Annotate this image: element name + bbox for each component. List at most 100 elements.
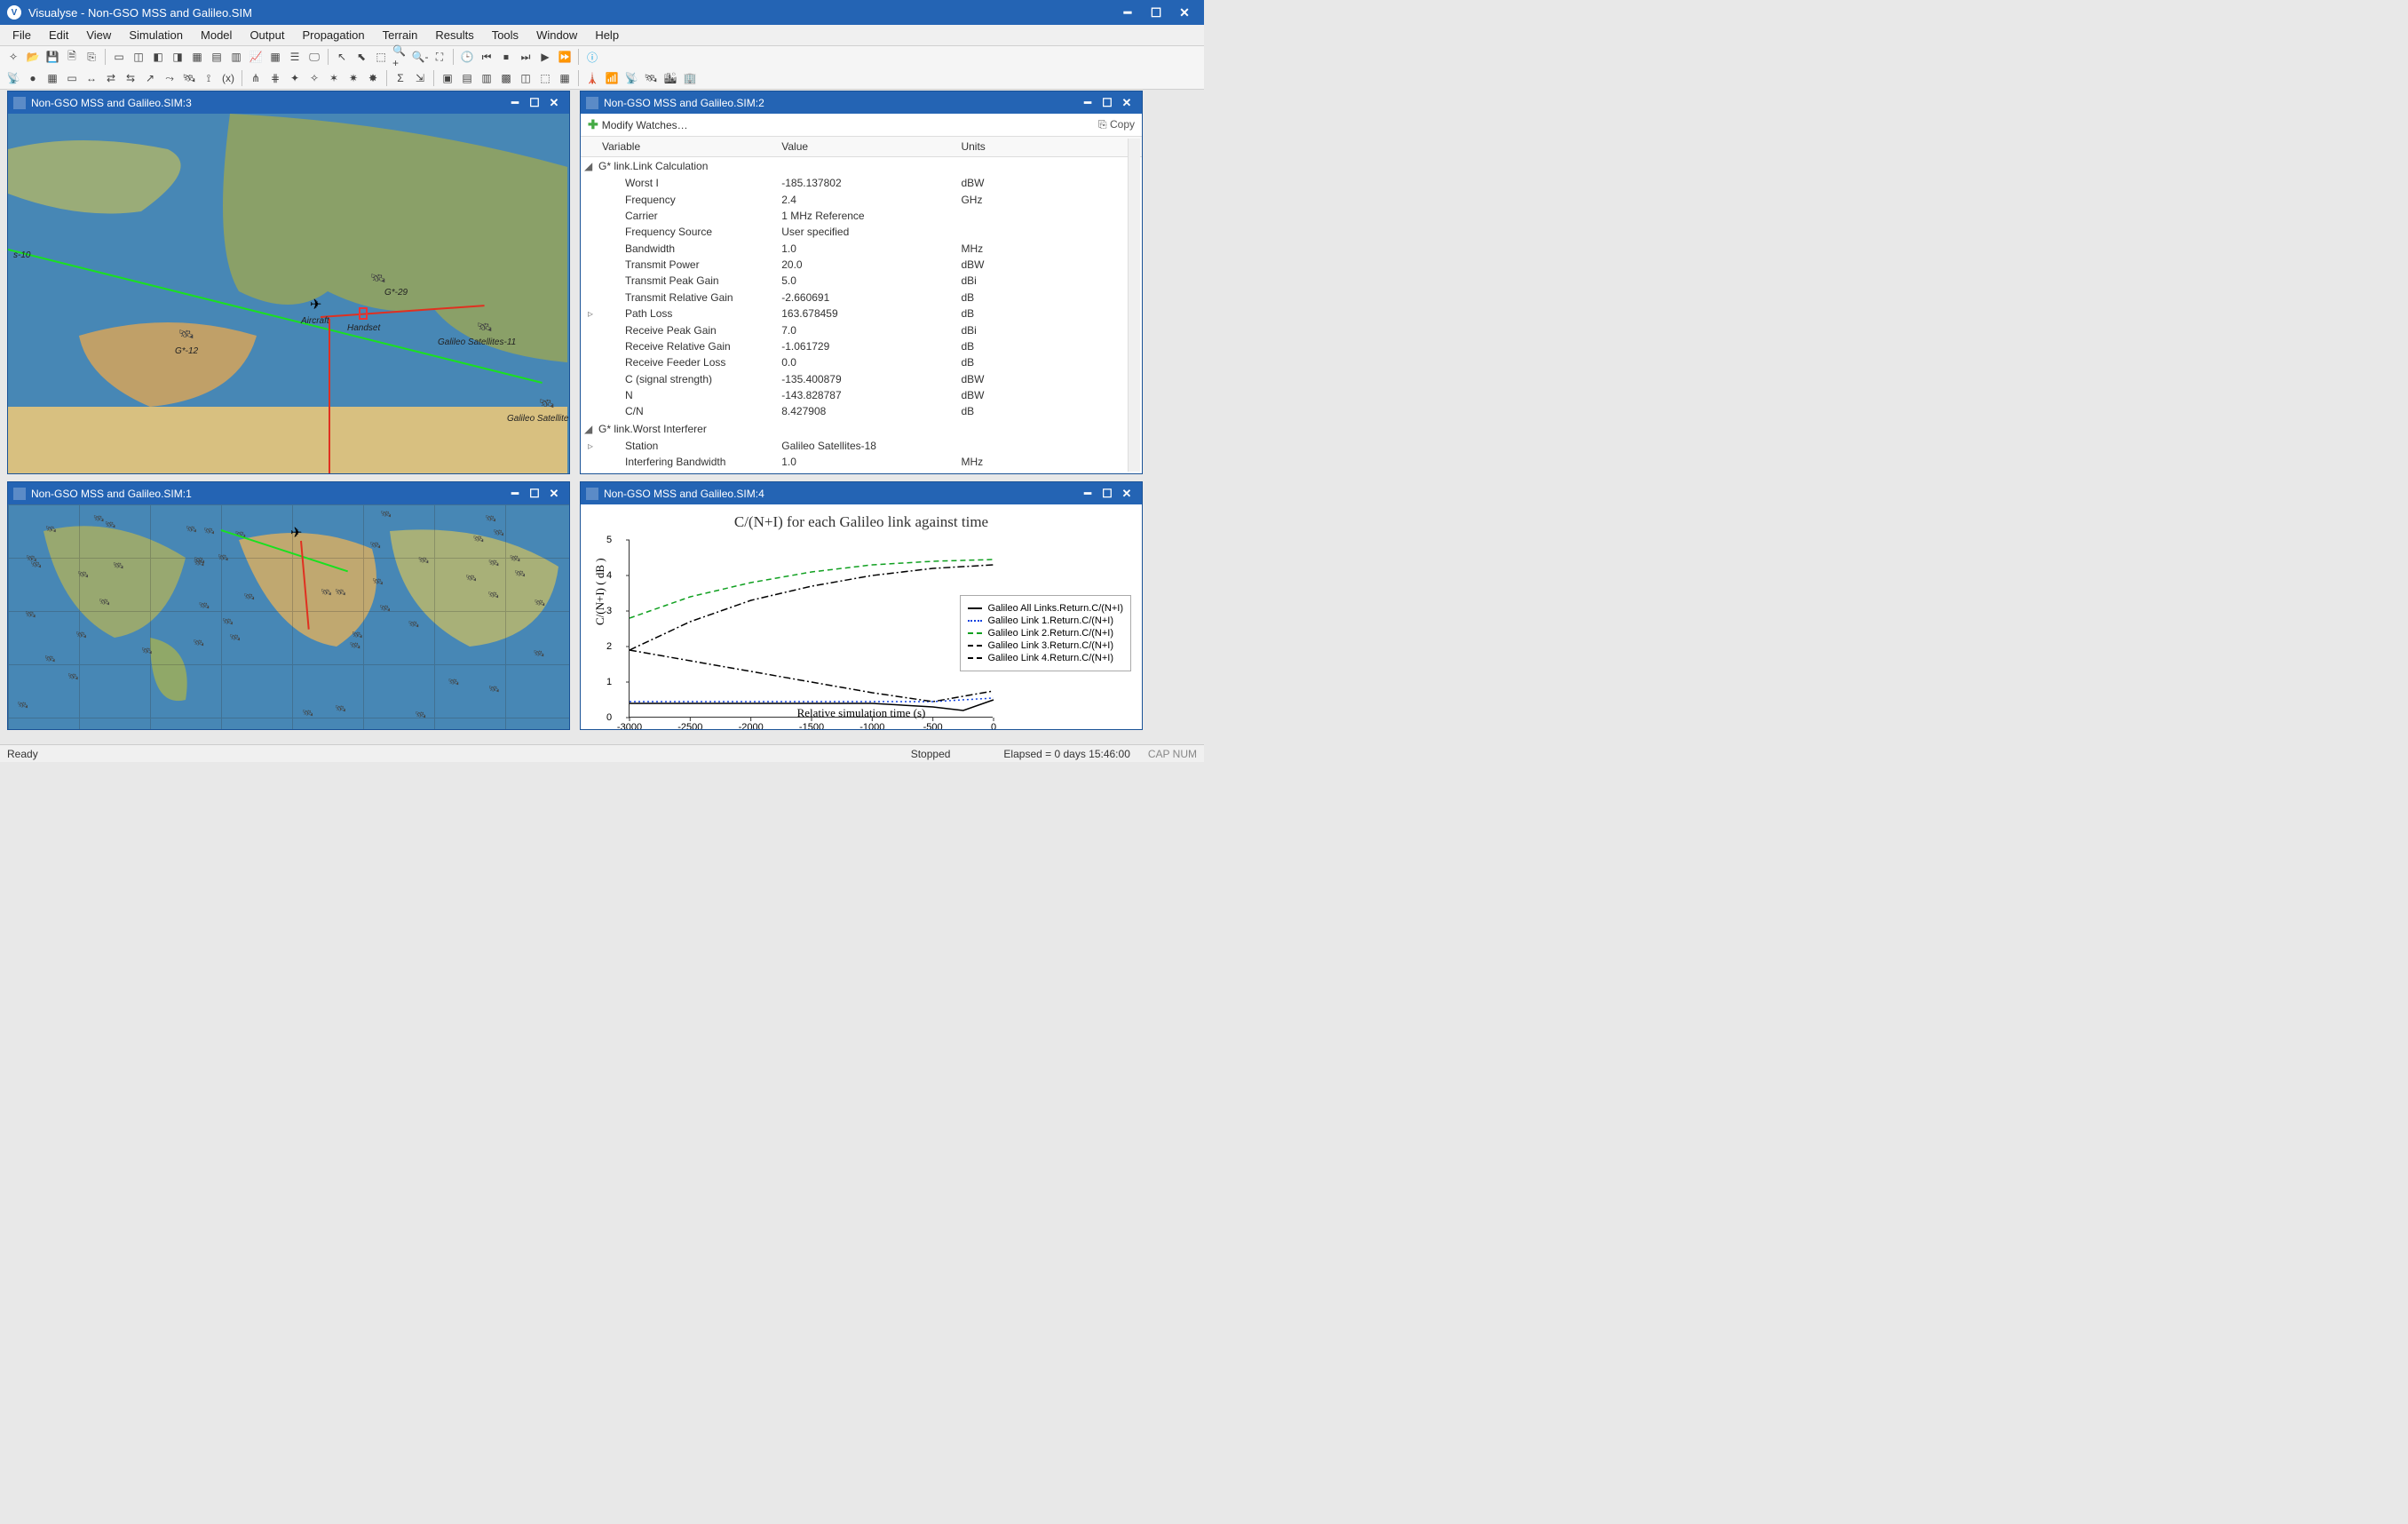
rewind-icon[interactable]: ⏮ (478, 48, 495, 66)
chart-axes[interactable]: 012345-3000-2500-2000-1500-1000-5000 (629, 540, 993, 718)
watch-row[interactable]: N-143.828787dBW (581, 387, 1142, 403)
path-icon[interactable]: ↗ (141, 69, 159, 87)
play-icon[interactable]: ▶ (536, 48, 554, 66)
document-icon[interactable]: 🗎 (63, 48, 81, 66)
watch-row[interactable]: Interfering Power10.0dBW (581, 470, 1142, 473)
pane-close-icon[interactable]: ✕ (1117, 486, 1137, 502)
pane-minimize-icon[interactable]: ━ (1078, 486, 1097, 502)
net-a-icon[interactable]: ⋔ (247, 69, 265, 87)
city-a-icon[interactable]: 🏙 (661, 69, 679, 87)
chart-icon[interactable]: 📈 (247, 48, 265, 66)
watch-group-1[interactable]: ◢G* link.Link Calculation (581, 157, 1142, 175)
pane-maximize-icon[interactable]: ☐ (525, 486, 544, 502)
layer-d-icon[interactable]: ▩ (497, 69, 515, 87)
col-variable[interactable]: Variable (595, 137, 774, 156)
city-b-icon[interactable]: 🏢 (681, 69, 699, 87)
sat-icon[interactable]: 🛰 (180, 69, 198, 87)
menu-model[interactable]: Model (192, 26, 241, 44)
window-g-icon[interactable]: ▥ (227, 48, 245, 66)
zoom-in-icon[interactable]: 🔍+ (392, 48, 409, 66)
layer-g-icon[interactable]: ▦ (556, 69, 574, 87)
col-value[interactable]: Value (774, 137, 954, 156)
menu-propagation[interactable]: Propagation (293, 26, 373, 44)
export-icon[interactable]: ⇲ (411, 69, 429, 87)
save-icon[interactable]: 💾 (44, 48, 61, 66)
window-b-icon[interactable]: ◫ (130, 48, 147, 66)
watch-row[interactable]: Transmit Relative Gain-2.660691dB (581, 290, 1142, 306)
dot-icon[interactable]: ● (24, 69, 42, 87)
layer-a-icon[interactable]: ▣ (439, 69, 456, 87)
watch-row[interactable]: Transmit Power20.0dBW (581, 257, 1142, 273)
net-e-icon[interactable]: ✶ (325, 69, 343, 87)
menu-output[interactable]: Output (241, 26, 293, 44)
beam-icon[interactable]: ⟟ (200, 69, 218, 87)
window-c-icon[interactable]: ◧ (149, 48, 167, 66)
route-icon[interactable]: ⤳ (161, 69, 178, 87)
window-f-icon[interactable]: ▤ (208, 48, 226, 66)
pane-maximize-icon[interactable]: ☐ (1097, 486, 1117, 502)
pane-maximize-icon[interactable]: ☐ (1097, 95, 1117, 111)
watch-row[interactable]: Receive Feeder Loss0.0dB (581, 354, 1142, 370)
menu-help[interactable]: Help (586, 26, 628, 44)
watch-row[interactable]: Worst I-185.137802dBW (581, 175, 1142, 191)
menu-tools[interactable]: Tools (483, 26, 527, 44)
pane-close-icon[interactable]: ✕ (1117, 95, 1137, 111)
watch-row[interactable]: ▹Path Loss163.678459dB (581, 306, 1142, 321)
tower-a-icon[interactable]: 🗼 (583, 69, 601, 87)
tower-b-icon[interactable]: 📶 (603, 69, 621, 87)
watch-row[interactable]: ▹StationGalileo Satellites-18 (581, 438, 1142, 454)
link-b-icon[interactable]: ⇄ (102, 69, 120, 87)
net-c-icon[interactable]: ✦ (286, 69, 304, 87)
menu-terrain[interactable]: Terrain (374, 26, 427, 44)
link-c-icon[interactable]: ⇆ (122, 69, 139, 87)
zoom-out-icon[interactable]: 🔍- (411, 48, 429, 66)
pane-minimize-icon[interactable]: ━ (1078, 95, 1097, 111)
layer-e-icon[interactable]: ◫ (517, 69, 535, 87)
stop-icon[interactable]: ⏹ (497, 48, 515, 66)
close-button[interactable]: ✕ (1172, 4, 1197, 21)
watch-row[interactable]: Bandwidth1.0MHz (581, 241, 1142, 257)
window-d-icon[interactable]: ◨ (169, 48, 186, 66)
menu-simulation[interactable]: Simulation (120, 26, 192, 44)
menu-window[interactable]: Window (527, 26, 586, 44)
watch-row[interactable]: Receive Peak Gain7.0dBi (581, 321, 1142, 337)
pane-close-icon[interactable]: ✕ (544, 95, 564, 111)
menu-edit[interactable]: Edit (40, 26, 77, 44)
menu-file[interactable]: File (4, 26, 40, 44)
net-d-icon[interactable]: ✧ (305, 69, 323, 87)
info-icon[interactable]: ⓘ (583, 48, 601, 66)
zoom-area-icon[interactable]: ⬚ (372, 48, 390, 66)
pane-minimize-icon[interactable]: ━ (505, 95, 525, 111)
watch-row[interactable]: Frequency2.4GHz (581, 191, 1142, 207)
zoom-fit-icon[interactable]: ⛶ (431, 48, 448, 66)
watch-table-header[interactable]: Variable Value Units (581, 137, 1142, 157)
net-g-icon[interactable]: ✸ (364, 69, 382, 87)
fast-forward-icon[interactable]: ⏩ (556, 48, 574, 66)
pane-close-icon[interactable]: ✕ (544, 486, 564, 502)
watch-row[interactable]: Receive Relative Gain-1.061729dB (581, 338, 1142, 354)
add-watch-icon[interactable]: ✚ (588, 117, 598, 132)
clock-icon[interactable]: 🕒 (458, 48, 476, 66)
watch-row[interactable]: C (signal strength)-135.400879dBW (581, 371, 1142, 387)
minimize-button[interactable]: ━ (1115, 4, 1140, 21)
antenna-icon[interactable]: 📡 (4, 69, 22, 87)
watch-row[interactable]: Frequency SourceUser specified (581, 224, 1142, 240)
pointer-icon[interactable]: ⬉ (352, 48, 370, 66)
menu-view[interactable]: View (77, 26, 120, 44)
modify-watches-link[interactable]: Modify Watches… (602, 119, 1098, 131)
list-icon[interactable]: ☰ (286, 48, 304, 66)
copy-button[interactable]: ⎘ Copy (1098, 118, 1135, 131)
tower-c-icon[interactable]: 📡 (622, 69, 640, 87)
layer-f-icon[interactable]: ⬚ (536, 69, 554, 87)
watch-row[interactable]: Carrier1 MHz Reference (581, 208, 1142, 224)
step-icon[interactable]: ⏭ (517, 48, 535, 66)
net-f-icon[interactable]: ✷ (345, 69, 362, 87)
link-a-icon[interactable]: ↔ (83, 69, 100, 87)
window-a-icon[interactable]: ▭ (110, 48, 128, 66)
var-icon[interactable]: (x) (219, 69, 237, 87)
pane-maximize-icon[interactable]: ☐ (525, 95, 544, 111)
layer-b-icon[interactable]: ▤ (458, 69, 476, 87)
table-icon[interactable]: ▦ (266, 48, 284, 66)
arrow-icon[interactable]: ↖ (333, 48, 351, 66)
copy-icon[interactable]: ⎘ (83, 48, 100, 66)
